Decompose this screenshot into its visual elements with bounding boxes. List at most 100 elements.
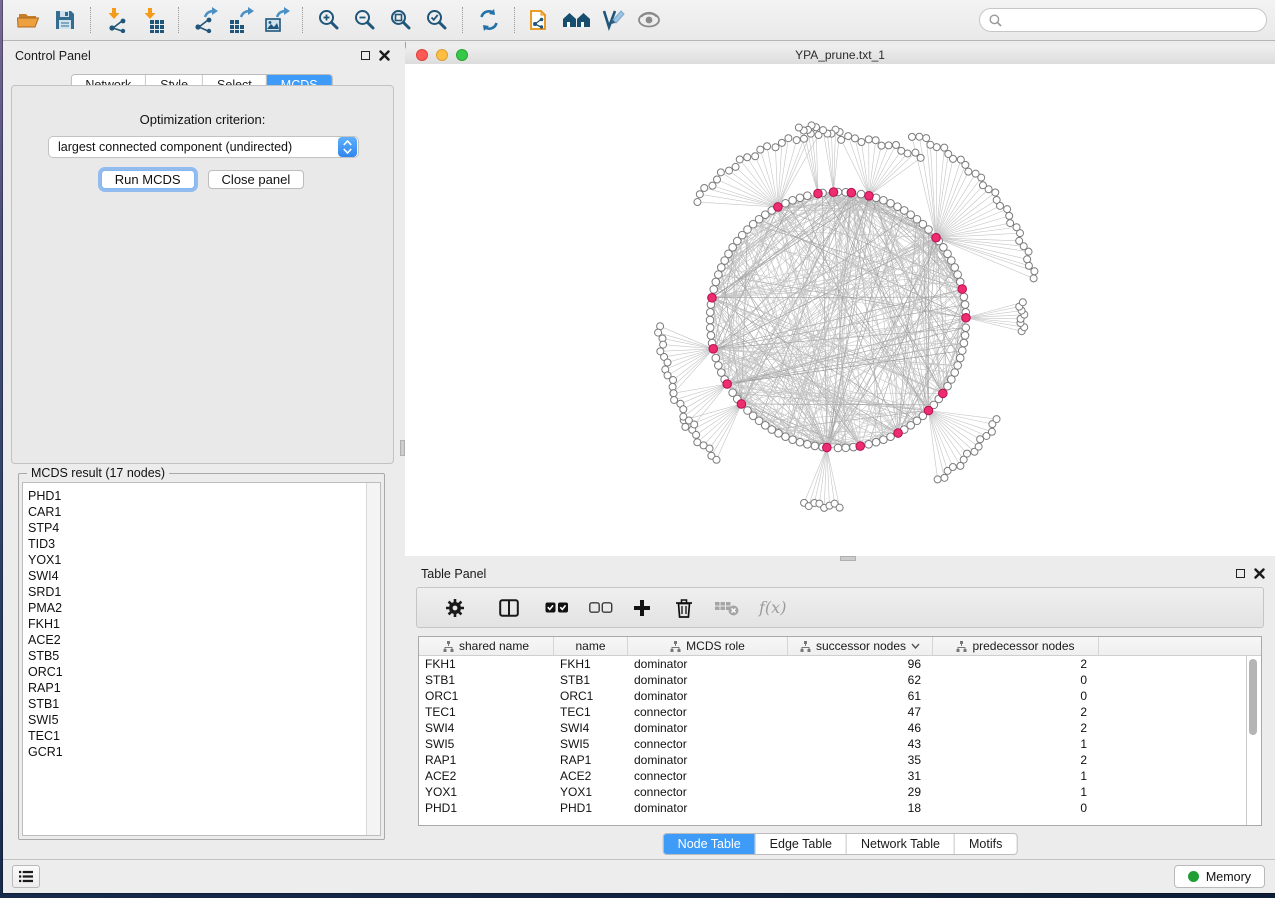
cell-successor-nodes[interactable]: 43 (788, 736, 933, 752)
cell-successor-nodes[interactable]: 18 (788, 800, 933, 816)
mcds-result-item[interactable]: GCR1 (23, 744, 380, 760)
cell-predecessor-nodes[interactable]: 1 (933, 768, 1099, 784)
mcds-result-item[interactable]: ORC1 (23, 664, 380, 680)
cell-shared-name[interactable]: RAP1 (419, 752, 554, 768)
cell-name[interactable]: ACE2 (554, 768, 628, 784)
mcds-result-item[interactable]: CAR1 (23, 504, 380, 520)
close-panel-button[interactable]: Close panel (208, 170, 305, 189)
cell-shared-name[interactable]: ORC1 (419, 688, 554, 704)
cell-predecessor-nodes[interactable]: 2 (933, 704, 1099, 720)
mcds-result-item[interactable]: STB5 (23, 648, 380, 664)
save-session-button[interactable] (48, 4, 82, 36)
cell-successor-nodes[interactable]: 31 (788, 768, 933, 784)
column-header-successor-nodes[interactable]: successor nodes (788, 637, 933, 655)
cell-successor-nodes[interactable]: 61 (788, 688, 933, 704)
table-row[interactable]: RAP1RAP1dominator352 (419, 752, 1247, 768)
scrollbar-thumb[interactable] (1249, 659, 1257, 735)
splitter-grip[interactable] (840, 556, 856, 561)
column-header-shared-name[interactable]: shared name (419, 637, 554, 655)
cell-successor-nodes[interactable]: 46 (788, 720, 933, 736)
memory-button[interactable]: Memory (1174, 865, 1265, 888)
cell-MCDS-role[interactable]: connector (628, 736, 788, 752)
cell-MCDS-role[interactable]: dominator (628, 672, 788, 688)
table-scrollbar[interactable] (1246, 656, 1261, 825)
cell-shared-name[interactable]: PHD1 (419, 800, 554, 816)
cell-successor-nodes[interactable]: 35 (788, 752, 933, 768)
cell-predecessor-nodes[interactable]: 2 (933, 752, 1099, 768)
mcds-result-item[interactable]: STB1 (23, 696, 380, 712)
table-row[interactable]: PHD1PHD1dominator180 (419, 800, 1247, 816)
zoom-out-button[interactable] (348, 4, 382, 36)
cell-name[interactable]: RAP1 (554, 752, 628, 768)
cell-name[interactable]: TEC1 (554, 704, 628, 720)
column-header-predecessor-nodes[interactable]: predecessor nodes (933, 637, 1099, 655)
select-all-button[interactable] (535, 592, 579, 624)
zoom-in-button[interactable] (312, 4, 346, 36)
cell-predecessor-nodes[interactable]: 0 (933, 688, 1099, 704)
mcds-result-item[interactable]: PMA2 (23, 600, 380, 616)
apply-layout-button[interactable] (472, 4, 506, 36)
cell-MCDS-role[interactable]: connector (628, 784, 788, 800)
mcds-result-item[interactable]: TID3 (23, 536, 380, 552)
column-header-name[interactable]: name (554, 637, 628, 655)
cell-predecessor-nodes[interactable]: 0 (933, 800, 1099, 816)
tab-network-table[interactable]: Network Table (846, 834, 954, 854)
cell-name[interactable]: ORC1 (554, 688, 628, 704)
float-panel-icon[interactable] (361, 51, 370, 60)
open-session-button[interactable] (12, 4, 46, 36)
cell-name[interactable]: FKH1 (554, 656, 628, 672)
mcds-result-item[interactable]: STP4 (23, 520, 380, 536)
mcds-result-item[interactable]: SRD1 (23, 584, 380, 600)
tab-edge-table[interactable]: Edge Table (755, 834, 846, 854)
zoom-selected-button[interactable] (420, 4, 454, 36)
cell-MCDS-role[interactable]: dominator (628, 688, 788, 704)
search-input[interactable] (1008, 12, 1257, 28)
cell-MCDS-role[interactable]: connector (628, 768, 788, 784)
column-header-MCDS-role[interactable]: MCDS role (628, 637, 788, 655)
delete-column-button[interactable] (665, 592, 703, 624)
mcds-result-item[interactable]: YOX1 (23, 552, 380, 568)
cell-successor-nodes[interactable]: 47 (788, 704, 933, 720)
mcds-result-list[interactable]: PHD1CAR1STP4TID3YOX1SWI4SRD1PMA2FKH1ACE2… (22, 482, 381, 836)
cell-predecessor-nodes[interactable]: 2 (933, 720, 1099, 736)
function-builder-button[interactable]: f(x) (749, 592, 796, 624)
cell-successor-nodes[interactable]: 96 (788, 656, 933, 672)
cell-MCDS-role[interactable]: dominator (628, 720, 788, 736)
export-network-button[interactable] (188, 4, 222, 36)
table-row[interactable]: STB1STB1dominator620 (419, 672, 1247, 688)
table-row[interactable]: FKH1FKH1dominator962 (419, 656, 1247, 672)
table-row[interactable]: YOX1YOX1connector291 (419, 784, 1247, 800)
cell-successor-nodes[interactable]: 62 (788, 672, 933, 688)
mcds-result-item[interactable]: RAP1 (23, 680, 380, 696)
tab-node-table[interactable]: Node Table (664, 834, 755, 854)
cell-name[interactable]: YOX1 (554, 784, 628, 800)
mcds-result-item[interactable]: FKH1 (23, 616, 380, 632)
table-row[interactable]: ORC1ORC1dominator610 (419, 688, 1247, 704)
tab-motifs[interactable]: Motifs (954, 834, 1016, 854)
export-table-button[interactable] (224, 4, 258, 36)
export-image-button[interactable] (260, 4, 294, 36)
cell-name[interactable]: SWI4 (554, 720, 628, 736)
deselect-all-button[interactable] (579, 592, 623, 624)
table-settings-button[interactable] (435, 592, 475, 624)
mcds-result-item[interactable]: TEC1 (23, 728, 380, 744)
network-canvas[interactable] (405, 64, 1275, 556)
cell-predecessor-nodes[interactable]: 0 (933, 672, 1099, 688)
cell-successor-nodes[interactable]: 29 (788, 784, 933, 800)
add-column-button[interactable] (623, 592, 661, 624)
cell-shared-name[interactable]: STB1 (419, 672, 554, 688)
import-table-button[interactable] (136, 4, 170, 36)
close-panel-icon[interactable] (379, 50, 390, 61)
cell-predecessor-nodes[interactable]: 1 (933, 784, 1099, 800)
cell-shared-name[interactable]: FKH1 (419, 656, 554, 672)
mcds-list-scrollbar[interactable] (366, 483, 380, 835)
zoom-fit-button[interactable] (384, 4, 418, 36)
run-mcds-button[interactable]: Run MCDS (101, 170, 195, 189)
mcds-result-item[interactable]: SWI4 (23, 568, 380, 584)
table-row[interactable]: SWI5SWI5connector431 (419, 736, 1247, 752)
delete-table-button[interactable] (705, 592, 749, 624)
table-row[interactable]: ACE2ACE2connector311 (419, 768, 1247, 784)
cell-predecessor-nodes[interactable]: 1 (933, 736, 1099, 752)
mcds-result-item[interactable]: ACE2 (23, 632, 380, 648)
cell-MCDS-role[interactable]: connector (628, 704, 788, 720)
